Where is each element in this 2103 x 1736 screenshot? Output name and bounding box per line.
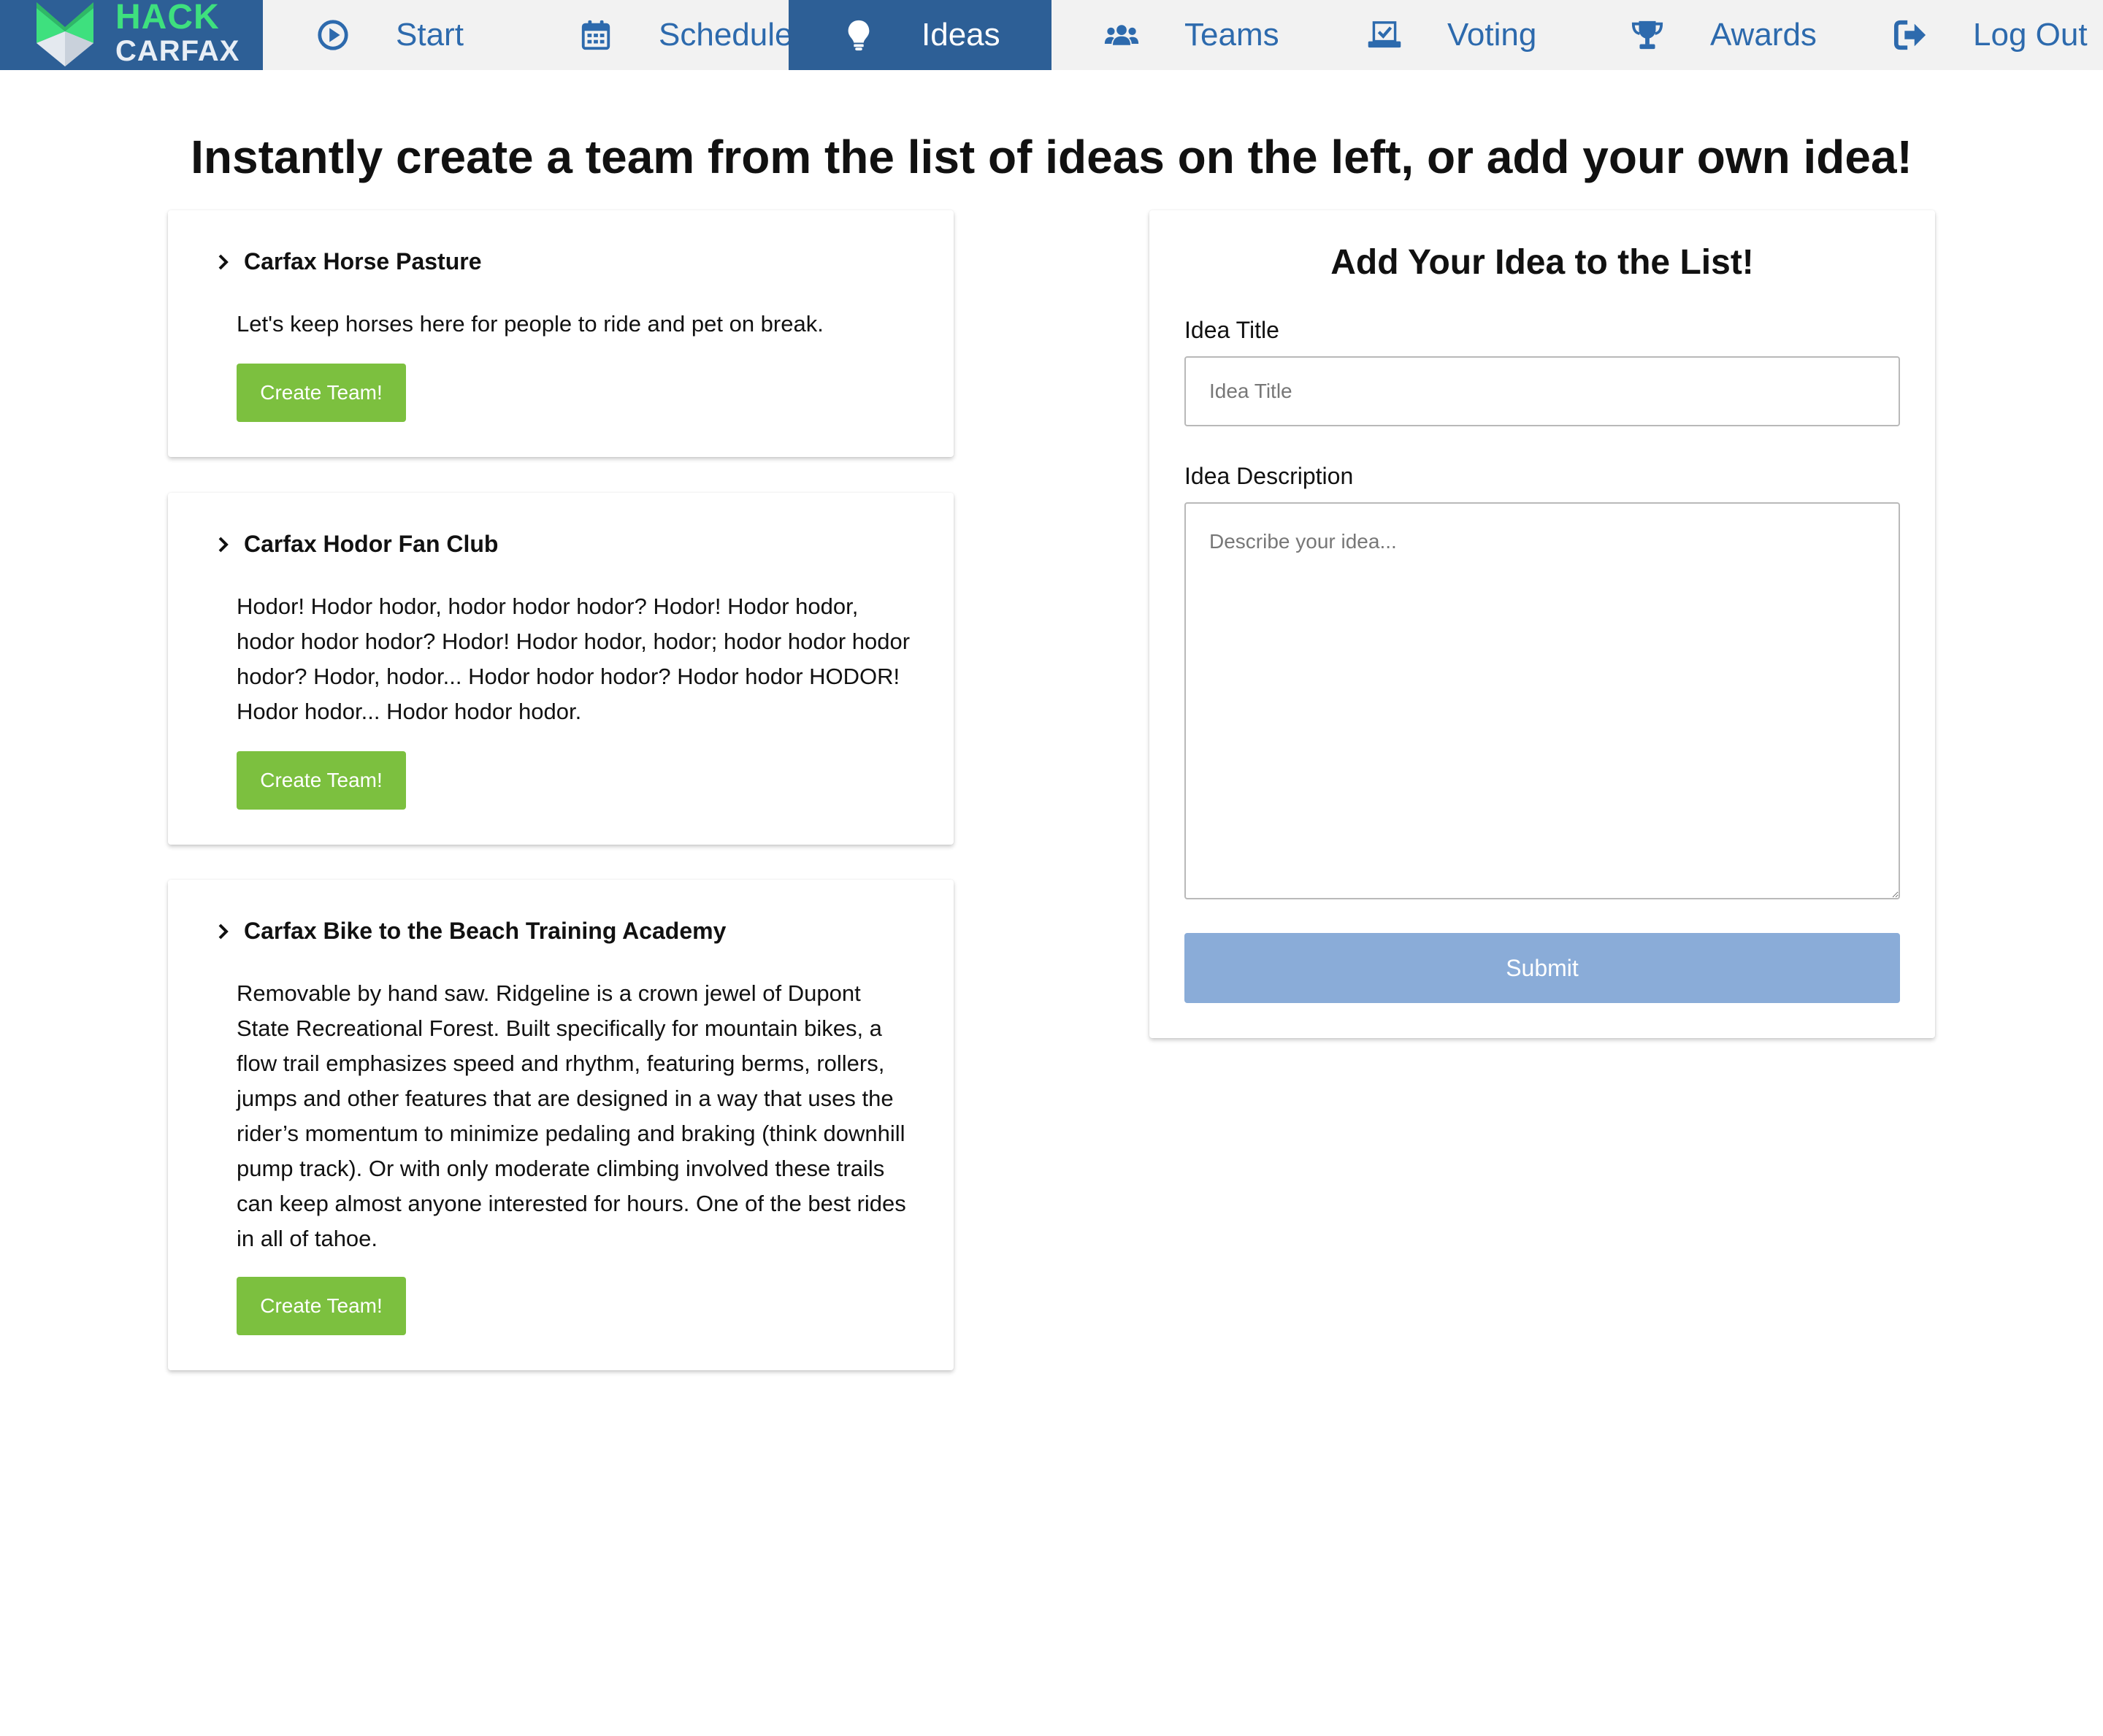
logo-carfax-text: CARFAX — [115, 35, 240, 67]
nav-item-teams[interactable]: Teams — [1052, 0, 1314, 70]
page-title: Instantly create a team from the list of… — [191, 131, 1912, 183]
create-team-button[interactable]: Create Team! — [237, 364, 406, 422]
lightbulb-icon — [841, 18, 876, 53]
ballot-check-icon — [1367, 18, 1402, 53]
idea-card-header[interactable]: Carfax Bike to the Beach Training Academ… — [213, 918, 726, 945]
nav-item-log-out[interactable]: Log Out — [1840, 0, 2103, 70]
nav-label-awards: Awards — [1710, 17, 1817, 53]
play-circle-icon — [315, 18, 350, 53]
form-title: Add Your Idea to the List! — [1330, 243, 1754, 282]
top-nav: HACK CARFAX Start Schedule Ideas Teams V… — [0, 0, 2103, 70]
logo-hack-text: HACK — [115, 0, 220, 37]
calendar-icon — [578, 18, 613, 53]
sign-out-icon — [1893, 18, 1928, 53]
idea-card-header[interactable]: Carfax Hodor Fan Club — [213, 531, 498, 558]
idea-description: Hodor! Hodor hodor, hodor hodor hodor? H… — [237, 594, 911, 724]
nav-item-voting[interactable]: Voting — [1314, 0, 1577, 70]
idea-description-textarea[interactable] — [1184, 502, 1900, 899]
nav-item-ideas[interactable]: Ideas — [789, 0, 1052, 70]
fox-logo-icon — [37, 2, 93, 66]
create-team-button[interactable]: Create Team! — [237, 751, 406, 810]
nav-item-start[interactable]: Start — [263, 0, 526, 70]
idea-description-label: Idea Description — [1184, 463, 1354, 489]
nav-item-awards[interactable]: Awards — [1577, 0, 1840, 70]
idea-card-header[interactable]: Carfax Horse Pasture — [213, 248, 481, 275]
idea-title: Carfax Horse Pasture — [244, 248, 482, 274]
idea-card: Carfax Hodor Fan Club Hodor! Hodor hodor… — [168, 493, 954, 845]
idea-title-input[interactable] — [1184, 356, 1900, 426]
idea-title-label: Idea Title — [1184, 317, 1279, 343]
nav-label-log-out: Log Out — [1973, 17, 2088, 53]
submit-button[interactable]: Submit — [1184, 933, 1900, 1003]
idea-card: Carfax Bike to the Beach Training Academ… — [168, 880, 954, 1370]
nav-label-teams: Teams — [1184, 17, 1279, 53]
idea-title: Carfax Hodor Fan Club — [244, 531, 499, 557]
idea-card: Carfax Horse Pasture Let's keep horses h… — [168, 210, 954, 457]
nav-item-schedule[interactable]: Schedule — [526, 0, 793, 70]
nav-label-schedule: Schedule — [659, 17, 793, 53]
chevron-right-icon — [218, 254, 229, 269]
chevron-right-icon — [218, 923, 229, 939]
chevron-right-icon — [218, 537, 229, 552]
nav-label-ideas: Ideas — [922, 17, 1000, 53]
idea-description: Let's keep horses here for people to rid… — [237, 311, 824, 337]
idea-description: Removable by hand saw. Ridgeline is a cr… — [237, 980, 906, 1251]
idea-title: Carfax Bike to the Beach Training Academ… — [244, 918, 727, 944]
users-icon — [1104, 18, 1139, 53]
create-team-button[interactable]: Create Team! — [237, 1277, 406, 1335]
add-idea-form: Add Your Idea to the List! Idea Title Id… — [1149, 210, 1935, 1038]
hack-carfax-logo[interactable]: HACK CARFAX — [0, 0, 263, 70]
nav-label-voting: Voting — [1447, 17, 1537, 53]
nav-label-start: Start — [396, 17, 464, 53]
trophy-icon — [1630, 18, 1665, 53]
